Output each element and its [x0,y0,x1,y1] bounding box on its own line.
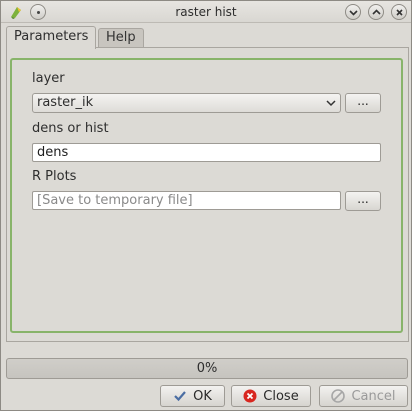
cancel-button[interactable]: Cancel [319,385,408,407]
layer-browse-button[interactable]: ... [345,93,381,113]
r-plots-output-field[interactable]: [Save to temporary file] [32,191,341,210]
tab-help[interactable]: Help [98,28,144,48]
ok-label: OK [193,388,212,404]
layer-label: layer [32,71,65,86]
close-button[interactable]: Close [231,385,311,407]
chevron-up-icon [371,8,381,15]
dens-or-hist-input[interactable]: dens [32,143,381,162]
ok-button[interactable]: OK [160,385,225,407]
cancel-label: Cancel [351,388,396,404]
dens-or-hist-label: dens or hist [32,121,109,136]
r-plots-browse-button[interactable]: ... [345,191,381,211]
title-bar[interactable]: raster hist [1,1,411,23]
layer-combobox[interactable]: raster_ik [32,93,341,113]
close-icon [395,8,403,16]
maximize-button[interactable] [368,4,384,20]
tab-parameters[interactable]: Parameters [6,26,97,49]
cancel-icon [331,389,346,403]
minimize-button[interactable] [345,4,361,20]
chevron-down-icon [348,9,358,16]
layer-value: raster_ik [37,95,94,110]
close-label: Close [263,388,299,404]
checkmark-icon [174,391,186,402]
r-plots-label: R Plots [32,169,77,184]
close-window-button[interactable] [391,4,407,20]
dialog-window: raster hist Parameters Help layer raster… [0,0,412,411]
progress-bar: 0% [6,358,408,379]
close-circle-icon [243,389,257,403]
chevron-down-icon [326,100,336,107]
